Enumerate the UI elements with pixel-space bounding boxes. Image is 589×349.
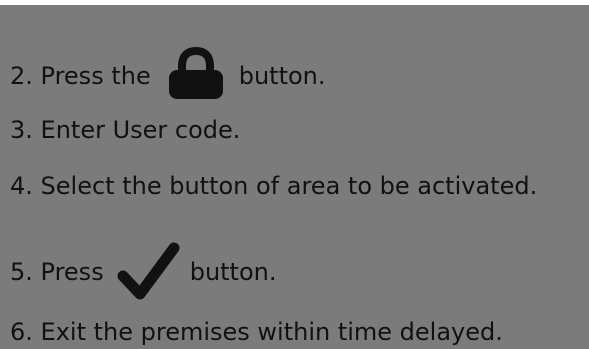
instruction-step-6: 6. Exit the premises within time delayed… bbox=[10, 318, 503, 346]
step-2-before-icon-text: 2. Press the bbox=[10, 62, 151, 90]
step-4-text: 4. Select the button of area to be activ… bbox=[10, 172, 538, 200]
step-6-text: 6. Exit the premises within time delayed… bbox=[10, 318, 503, 346]
top-border bbox=[0, 0, 589, 5]
step-3-text: 3. Enter User code. bbox=[10, 116, 241, 144]
checkmark-icon bbox=[117, 242, 180, 302]
step-5-after-icon-text: button. bbox=[189, 258, 277, 286]
instruction-step-2: 2. Press the button. bbox=[10, 46, 326, 100]
instruction-step-3: 3. Enter User code. bbox=[10, 116, 240, 144]
step-5-before-icon-text: 5. Press bbox=[10, 258, 104, 286]
instruction-step-4: 4. Select the button of area to be activ… bbox=[10, 172, 537, 200]
lock-icon bbox=[165, 46, 227, 100]
step-2-after-icon-text: button. bbox=[238, 62, 326, 90]
instruction-step-5: 5. Press button. bbox=[10, 242, 277, 302]
